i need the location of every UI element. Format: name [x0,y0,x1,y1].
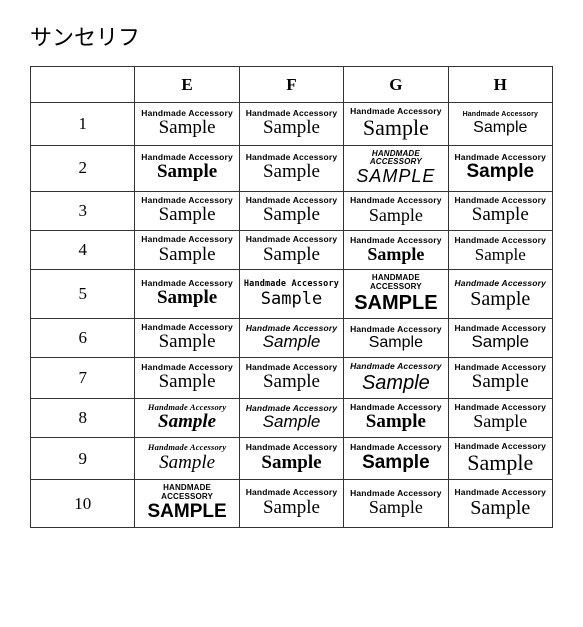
col-header-f: F [239,67,343,103]
cell-10g: Handmade Accessory Sample [344,480,448,527]
cell-4e: Handmade Accessory Sample [135,231,239,270]
cell-2e: Handmade Accessory Sample [135,145,239,191]
cell-9f: Handmade Accessory Sample [239,437,343,480]
cell-6f: Handmade Accessory Sample [239,318,343,357]
cell-7g: Handmade Accessory Sample [344,358,448,398]
cell-8h: Handmade Accessory Sample [448,398,552,437]
row-num: 4 [31,231,135,270]
table-row: 2 Handmade Accessory Sample Handmade Acc… [31,145,553,191]
col-header-empty [31,67,135,103]
table-row: 3 Handmade Accessory Sample Handmade Acc… [31,191,553,230]
font-sample-table: E F G H 1 Handmade Accessory Sample Hand… [30,66,553,528]
cell-8f: Handmade Accessory Sample [239,398,343,437]
table-row: 6 Handmade Accessory Sample Handmade Acc… [31,318,553,357]
cell-5f: Handmade Accessory Sample [239,270,343,319]
cell-10e: HANDMADE ACCESSORY SAMPLE [135,480,239,527]
cell-4g: Handmade Accessory Sample [344,231,448,270]
cell-3g: Handmade Accessory Sample [344,191,448,230]
table-row: 10 HANDMADE ACCESSORY SAMPLE Handmade Ac… [31,480,553,527]
cell-2g: Handmade Accessory SAMPLE [344,145,448,191]
col-header-e: E [135,67,239,103]
table-row: 9 Handmade Accessory Sample Handmade Acc… [31,437,553,480]
row-num: 3 [31,191,135,230]
cell-9e: Handmade Accessory Sample [135,437,239,480]
cell-7h: Handmade Accessory Sample [448,358,552,398]
cell-10h: Handmade Accessory Sample [448,480,552,527]
table-row: 7 Handmade Accessory Sample Handmade Acc… [31,358,553,398]
cell-1h: Handmade Accessory Sample [448,103,552,146]
cell-3e: Handmade Accessory Sample [135,191,239,230]
cell-8e: Handmade Accessory Sample [135,398,239,437]
cell-5e: Handmade Accessory Sample [135,270,239,319]
cell-6e: Handmade Accessory Sample [135,318,239,357]
cell-3h: Handmade Accessory Sample [448,191,552,230]
cell-9h: Handmade Accessory Sample [448,437,552,480]
cell-2f: Handmade Accessory Sample [239,145,343,191]
cell-1g: Handmade Accessory Sample [344,103,448,146]
table-row: 5 Handmade Accessory Sample Handmade Acc… [31,270,553,319]
col-header-g: G [344,67,448,103]
row-num: 5 [31,270,135,319]
row-num: 2 [31,145,135,191]
cell-7e: Handmade Accessory Sample [135,358,239,398]
cell-4h: Handmade Accessory Sample [448,231,552,270]
row-num: 7 [31,358,135,398]
table-row: 1 Handmade Accessory Sample Handmade Acc… [31,103,553,146]
cell-1e: Handmade Accessory Sample [135,103,239,146]
cell-9g: Handmade Accessory Sample [344,437,448,480]
cell-1f: Handmade Accessory Sample [239,103,343,146]
table-row: 8 Handmade Accessory Sample Handmade Acc… [31,398,553,437]
row-num: 6 [31,318,135,357]
row-num: 10 [31,480,135,527]
cell-5h: Handmade Accessory Sample [448,270,552,319]
cell-3f: Handmade Accessory Sample [239,191,343,230]
cell-5g: HANDMADE ACCESSORY SAMPLE [344,270,448,319]
cell-10f: Handmade Accessory Sample [239,480,343,527]
row-num: 1 [31,103,135,146]
row-num: 9 [31,437,135,480]
cell-6g: Handmade Accessory Sample [344,318,448,357]
row-num: 8 [31,398,135,437]
table-row: 4 Handmade Accessory Sample Handmade Acc… [31,231,553,270]
cell-6h: Handmade Accessory Sample [448,318,552,357]
cell-7f: Handmade Accessory Sample [239,358,343,398]
page-title: サンセリフ [30,20,553,52]
col-header-h: H [448,67,552,103]
cell-4f: Handmade Accessory Sample [239,231,343,270]
cell-8g: Handmade Accessory Sample [344,398,448,437]
cell-2h: Handmade Accessory Sample [448,145,552,191]
